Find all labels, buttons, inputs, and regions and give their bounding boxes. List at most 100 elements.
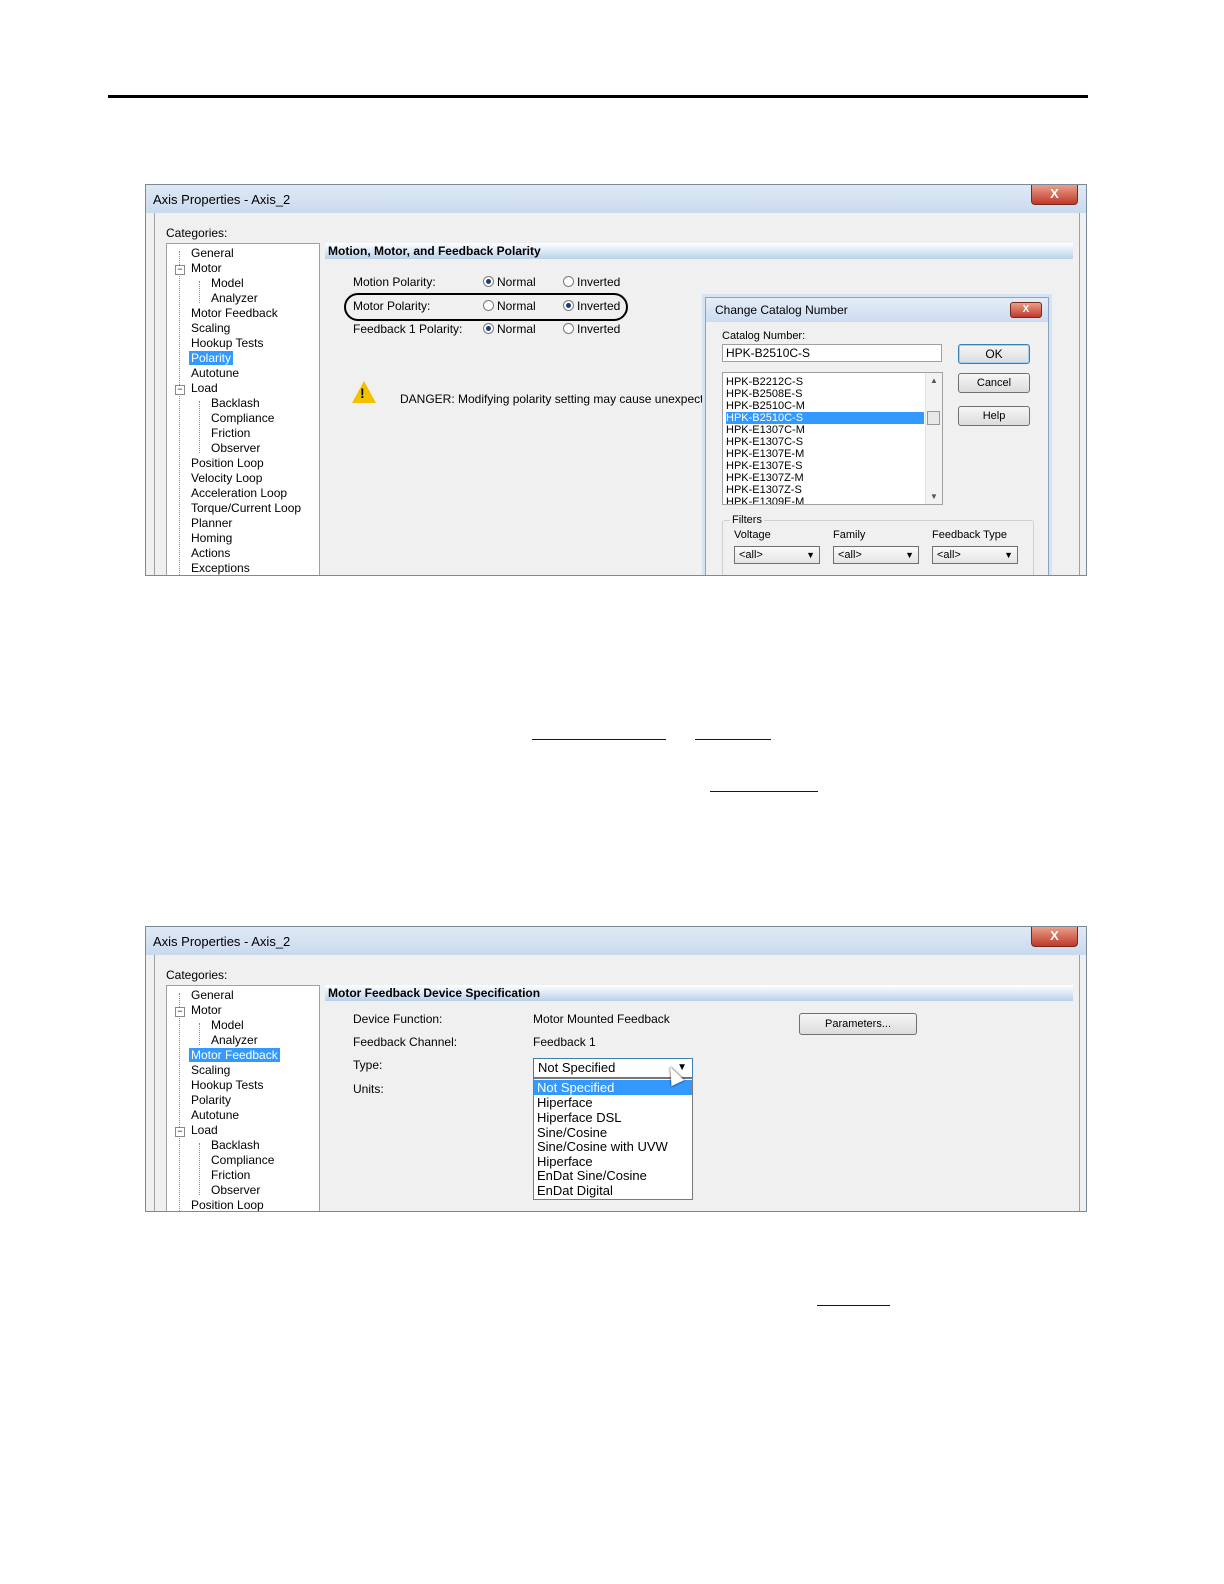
tree-item-analyzer[interactable]: Analyzer bbox=[211, 291, 258, 305]
tree-item-motor-feedback[interactable]: Motor Feedback bbox=[191, 306, 278, 320]
help-button[interactable]: Help bbox=[958, 406, 1030, 426]
list-item[interactable]: HPK-E1307Z-S bbox=[726, 484, 924, 496]
tree-item-motor[interactable]: Motor bbox=[191, 261, 222, 275]
tree-item-backlash[interactable]: Backlash bbox=[211, 1138, 260, 1152]
feedback-channel-label: Feedback Channel: bbox=[353, 1035, 458, 1049]
tree-item-analyzer[interactable]: Analyzer bbox=[211, 1033, 258, 1047]
tree-item-backlash[interactable]: Backlash bbox=[211, 396, 260, 410]
tree-item-observer[interactable]: Observer bbox=[211, 441, 260, 455]
tree-item-polarity[interactable]: Polarity bbox=[189, 351, 234, 365]
list-item[interactable]: HPK-E1307C-S bbox=[726, 436, 924, 448]
tree-item-planner[interactable]: Planner bbox=[191, 516, 232, 530]
feedback-type-select[interactable]: <all> ▼ bbox=[932, 546, 1018, 564]
tree-item-model[interactable]: Model bbox=[211, 276, 244, 290]
type-option-endat-digital[interactable]: EnDat Digital bbox=[534, 1183, 692, 1198]
close-button[interactable]: X bbox=[1031, 185, 1078, 205]
feedback-polarity-inverted-radio[interactable] bbox=[563, 323, 574, 334]
parameters-button[interactable]: Parameters... bbox=[799, 1013, 917, 1035]
list-item[interactable]: HPK-E1307Z-M bbox=[726, 472, 924, 484]
tree-item-velocity-loop[interactable]: Velocity Loop bbox=[191, 471, 262, 485]
hyperlink-underline[interactable] bbox=[817, 1305, 890, 1306]
catalog-number-input[interactable]: HPK-B2510C-S bbox=[722, 344, 942, 362]
list-item[interactable]: HPK-E1307E-M bbox=[726, 448, 924, 460]
categories-tree[interactable]: − − General Motor Model Analyzer Motor F… bbox=[166, 243, 320, 575]
list-item[interactable]: HPK-E1307C-M bbox=[726, 424, 924, 436]
motor-polarity-normal-radio[interactable] bbox=[483, 300, 494, 311]
type-option-hiperface-dsl[interactable]: Hiperface DSL bbox=[534, 1110, 692, 1125]
type-option-not-specified[interactable]: Not Specified bbox=[534, 1080, 692, 1095]
chevron-down-icon: ▼ bbox=[806, 550, 815, 560]
feedback-type-select-value: <all> bbox=[937, 549, 961, 561]
motion-polarity-inverted-radio[interactable] bbox=[563, 276, 574, 287]
tree-item-homing[interactable]: Homing bbox=[191, 531, 232, 545]
tree-item-compliance[interactable]: Compliance bbox=[211, 411, 274, 425]
tree-item-exceptions[interactable]: Exceptions bbox=[191, 561, 250, 575]
hyperlink-underline[interactable] bbox=[710, 791, 818, 792]
list-item[interactable]: HPK-B2212C-S bbox=[726, 376, 924, 388]
tree-item-motor[interactable]: Motor bbox=[191, 1003, 222, 1017]
type-dropdown-list[interactable]: Not Specified Hiperface Hiperface DSL Si… bbox=[533, 1078, 693, 1200]
tree-item-autotune[interactable]: Autotune bbox=[191, 1108, 239, 1122]
device-function-value: Motor Mounted Feedback bbox=[533, 1012, 670, 1026]
scroll-thumb[interactable] bbox=[927, 411, 940, 425]
type-option-endat-sine-cosine[interactable]: EnDat Sine/Cosine bbox=[534, 1168, 692, 1183]
close-icon: X bbox=[1022, 304, 1030, 315]
scroll-down-icon[interactable]: ▼ bbox=[930, 492, 938, 501]
tree-item-compliance[interactable]: Compliance bbox=[211, 1153, 274, 1167]
voltage-select[interactable]: <all> ▼ bbox=[734, 546, 820, 564]
tree-item-torque-current-loop[interactable]: Torque/Current Loop bbox=[191, 501, 301, 515]
scroll-up-icon[interactable]: ▲ bbox=[930, 376, 938, 385]
motion-polarity-normal-radio[interactable] bbox=[483, 276, 494, 287]
tree-item-scaling[interactable]: Scaling bbox=[191, 321, 230, 335]
tree-item-position-loop[interactable]: Position Loop bbox=[191, 456, 264, 470]
list-item[interactable]: HPK-B2510C-M bbox=[726, 400, 924, 412]
catalog-number-label: Catalog Number: bbox=[722, 330, 806, 342]
feedback-channel-value: Feedback 1 bbox=[533, 1035, 596, 1049]
tree-item-acceleration-loop[interactable]: Acceleration Loop bbox=[191, 486, 287, 500]
hyperlink-underline[interactable] bbox=[532, 739, 666, 740]
tree-item-load[interactable]: Load bbox=[191, 1123, 218, 1137]
family-label: Family bbox=[833, 529, 866, 541]
tree-item-general[interactable]: General bbox=[191, 988, 234, 1002]
tree-item-motor-feedback[interactable]: Motor Feedback bbox=[189, 1048, 280, 1062]
tree-item-actions[interactable]: Actions bbox=[191, 546, 230, 560]
motion-polarity-label: Motion Polarity: bbox=[353, 275, 436, 289]
ok-button[interactable]: OK bbox=[958, 344, 1030, 364]
feedback-polarity-normal-radio[interactable] bbox=[483, 323, 494, 334]
collapse-icon[interactable]: − bbox=[175, 1007, 185, 1017]
list-item[interactable]: HPK-E1307E-S bbox=[726, 460, 924, 472]
tree-item-scaling[interactable]: Scaling bbox=[191, 1063, 230, 1077]
tree-item-polarity[interactable]: Polarity bbox=[191, 1093, 231, 1107]
collapse-icon[interactable]: − bbox=[175, 385, 185, 395]
list-scrollbar[interactable]: ▲ ▼ bbox=[925, 373, 942, 504]
close-icon: X bbox=[1050, 928, 1059, 943]
tree-item-autotune[interactable]: Autotune bbox=[191, 366, 239, 380]
tree-item-load[interactable]: Load bbox=[191, 381, 218, 395]
collapse-icon[interactable]: − bbox=[175, 1127, 185, 1137]
tree-item-observer[interactable]: Observer bbox=[211, 1183, 260, 1197]
list-item[interactable]: HPK-B2508E-S bbox=[726, 388, 924, 400]
type-option-hiperface[interactable]: Hiperface bbox=[534, 1095, 692, 1110]
categories-tree[interactable]: − − General Motor Model Analyzer Motor F… bbox=[166, 985, 320, 1211]
cancel-button[interactable]: Cancel bbox=[958, 373, 1030, 393]
type-option-sine-cosine-uvw[interactable]: Sine/Cosine with UVW bbox=[534, 1139, 692, 1154]
tree-item-model[interactable]: Model bbox=[211, 1018, 244, 1032]
list-item-selected[interactable]: HPK-B2510C-S bbox=[726, 412, 924, 424]
tree-item-friction[interactable]: Friction bbox=[211, 426, 250, 440]
list-item[interactable]: HPK-E1309E-M bbox=[726, 496, 924, 504]
dialog-close-button[interactable]: X bbox=[1010, 302, 1042, 318]
tree-item-friction[interactable]: Friction bbox=[211, 1168, 250, 1182]
tree-item-hookup-tests[interactable]: Hookup Tests bbox=[191, 336, 264, 350]
type-option-sine-cosine[interactable]: Sine/Cosine bbox=[534, 1125, 692, 1140]
hyperlink-underline[interactable] bbox=[695, 739, 771, 740]
tree-item-hookup-tests[interactable]: Hookup Tests bbox=[191, 1078, 264, 1092]
tree-item-general[interactable]: General bbox=[191, 246, 234, 260]
collapse-icon[interactable]: − bbox=[175, 265, 185, 275]
family-select[interactable]: <all> ▼ bbox=[833, 546, 919, 564]
catalog-list[interactable]: HPK-B2212C-S HPK-B2508E-S HPK-B2510C-M H… bbox=[722, 372, 943, 505]
motor-polarity-inverted-radio[interactable] bbox=[563, 300, 574, 311]
tree-item-position-loop[interactable]: Position Loop bbox=[191, 1198, 264, 1211]
close-button[interactable]: X bbox=[1031, 927, 1078, 947]
type-option-hiperface-2[interactable]: Hiperface bbox=[534, 1154, 692, 1169]
chevron-down-icon: ▼ bbox=[905, 550, 914, 560]
